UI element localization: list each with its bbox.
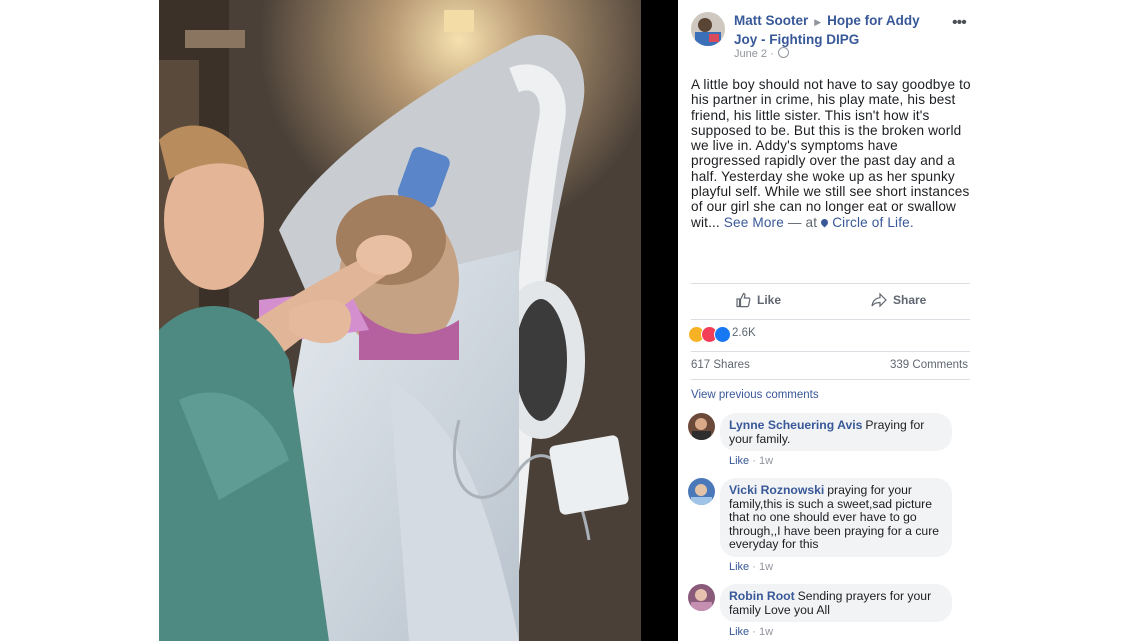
location-separator: — at — [787, 214, 818, 230]
comment-time[interactable]: 1w — [759, 455, 773, 467]
comment-time[interactable]: 1w — [759, 561, 773, 573]
post-body: A little boy should not have to say good… — [691, 77, 971, 230]
comment-bubble: Robin Root Sending prayers for your famil… — [720, 584, 952, 623]
photo-letterbox-right — [641, 0, 678, 641]
author-name-link[interactable]: Matt Sooter — [734, 13, 808, 28]
comment-time[interactable]: 1w — [759, 626, 773, 638]
comment-avatar[interactable] — [688, 584, 715, 611]
comment-meta: Like · 1w — [729, 626, 774, 638]
shares-count[interactable]: 617 Shares — [691, 359, 750, 371]
share-button-label: Share — [893, 293, 927, 307]
comment-like-link[interactable]: Like — [729, 626, 749, 638]
see-more-link[interactable]: See More — [724, 215, 784, 230]
commenter-name-link[interactable]: Vicki Roznowski — [729, 483, 824, 497]
comment-bubble: Vicki Roznowski praying for your family,t… — [720, 478, 952, 557]
like-icon — [714, 326, 731, 343]
post-action-bar: Like Share — [691, 283, 970, 320]
comment-like-link[interactable]: Like — [729, 455, 749, 467]
reaction-count[interactable]: 2.6K — [732, 327, 756, 339]
share-arrow-icon — [871, 292, 887, 308]
comment-avatar[interactable] — [688, 413, 715, 440]
like-button-label: Like — [757, 293, 782, 307]
post-timestamp[interactable]: June 2 · — [734, 47, 789, 60]
comments-count[interactable]: 339 Comments — [890, 359, 968, 371]
commenter-name-link[interactable]: Robin Root — [729, 589, 795, 603]
comment-meta: Like · 1w — [729, 561, 774, 573]
share-button[interactable]: Share — [871, 292, 926, 308]
comment-meta: Like · 1w — [729, 455, 774, 467]
comment-bubble: Lynne Scheuering Avis Praying for your fa… — [720, 413, 952, 452]
view-previous-comments-link[interactable]: View previous comments — [691, 389, 819, 401]
commenter-name-link[interactable]: Lynne Scheuering Avis — [729, 418, 862, 432]
hospital-photo-image — [159, 0, 641, 641]
share-comment-stats: 617 Shares 339 Comments — [691, 351, 970, 380]
thumbs-up-icon — [736, 292, 751, 308]
post-photo[interactable] — [159, 0, 641, 641]
post-date-text: June 2 — [734, 48, 768, 60]
comment-avatar[interactable] — [688, 478, 715, 505]
post-header: Matt Sooter ▶ Hope for Addy Joy - Fighting… — [734, 12, 944, 48]
like-button[interactable]: Like — [735, 292, 781, 308]
post-options-icon[interactable]: ••• — [952, 14, 967, 32]
author-avatar[interactable] — [691, 12, 725, 46]
post-text: A little boy should not have to say good… — [691, 77, 971, 230]
location-pin-icon — [819, 217, 830, 228]
location-link[interactable]: Circle of Life. — [832, 215, 914, 230]
shared-to-arrow-icon: ▶ — [814, 17, 822, 27]
public-globe-icon — [777, 47, 789, 58]
comment-like-link[interactable]: Like — [729, 561, 749, 573]
